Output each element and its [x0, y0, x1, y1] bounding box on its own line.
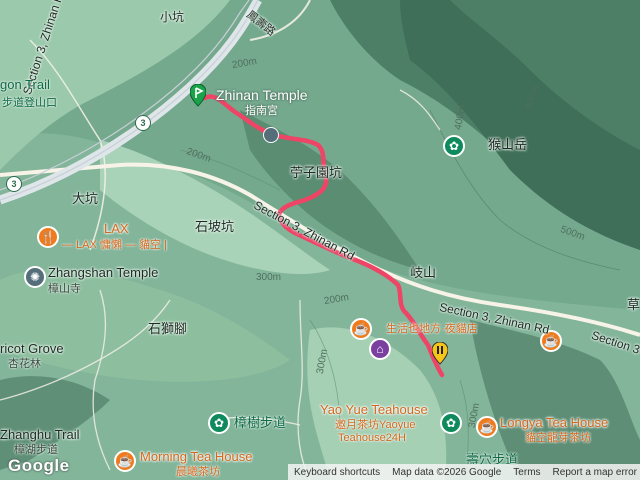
- place-label-cn: 杏花林: [8, 358, 41, 370]
- map-data-text: Map data ©2026 Google: [392, 466, 502, 478]
- teahouse-label: Yao Yue Teahouse: [320, 402, 428, 417]
- trail-label: Zhanghu Trail: [0, 427, 80, 442]
- cafe-icon[interactable]: ☕: [114, 450, 136, 472]
- park-icon[interactable]: ✿: [208, 412, 230, 434]
- map-view[interactable]: 3 3 ✿ 🍴 ✺ ☕ ☕ ⌂ ✿ ✿ ☕ ☕ 小坑 鳳壽路 Section 3…: [0, 0, 640, 480]
- temple-label: Zhangshan Temple: [48, 265, 159, 280]
- route-shield: 3: [6, 176, 22, 192]
- contour-label: 300m: [256, 272, 282, 283]
- place-label: 岐山: [410, 265, 437, 280]
- end-pause-marker-icon[interactable]: [431, 341, 449, 370]
- temple-label: Zhinan Temple: [216, 87, 308, 103]
- terms-link[interactable]: Terms: [507, 467, 546, 478]
- place-label: 石坡坑: [195, 219, 235, 234]
- teahouse-label: Morning Tea House: [140, 449, 253, 464]
- teahouse-label-cn: 晨曦茶坊: [176, 466, 220, 478]
- teahouse-label-cn: Teahouse24H: [338, 432, 406, 444]
- temple-icon[interactable]: [263, 127, 279, 143]
- place-label: 石獅腳: [148, 321, 188, 336]
- route-shield: 3: [135, 115, 151, 131]
- place-label: 小坑: [160, 10, 185, 24]
- temple-label-cn: 樟山寺: [48, 283, 81, 295]
- park-icon[interactable]: ✿: [440, 412, 462, 434]
- temple-icon[interactable]: ✺: [24, 266, 46, 288]
- temple-label-cn: 指南宮: [245, 105, 278, 117]
- cafe-icon[interactable]: ☕: [350, 318, 372, 340]
- place-label: 草: [627, 297, 640, 312]
- park-icon[interactable]: ✿: [443, 135, 465, 157]
- teahouse-label-cn: 貓空龍芽茶坊: [525, 432, 591, 444]
- google-logo: Google: [8, 456, 70, 475]
- cafe-label: 生活也地方·夜貓店: [386, 323, 478, 335]
- teahouse-label: Longya Tea House: [500, 415, 609, 430]
- museum-icon[interactable]: ⌂: [369, 338, 391, 360]
- trail-label-cn: 步道登山口: [2, 97, 57, 109]
- trail-label: 樟樹步道: [234, 415, 287, 430]
- restaurant-label-cn: — LAX 慵懶 — 貓空 |: [62, 239, 167, 251]
- place-label: ricot Grove: [0, 341, 64, 356]
- restaurant-icon[interactable]: 🍴: [37, 226, 59, 248]
- place-label: 大坑: [72, 191, 99, 206]
- trail-label: gon Trail: [0, 77, 50, 92]
- restaurant-label: LAX: [104, 221, 129, 236]
- trail-label-cn: 樟湖步道: [14, 444, 58, 456]
- teahouse-label-cn: 邀月茶坊Yaoyue: [335, 419, 416, 431]
- report-error-link[interactable]: Report a map error: [547, 467, 640, 478]
- place-label: 猴山岳: [488, 137, 528, 152]
- attribution-bar: Keyboard shortcuts Map data ©2026 Google…: [288, 464, 640, 480]
- keyboard-shortcuts-link[interactable]: Keyboard shortcuts: [288, 467, 386, 478]
- start-flag-marker-icon[interactable]: [189, 83, 207, 112]
- place-label: 苧子園坑: [290, 165, 343, 180]
